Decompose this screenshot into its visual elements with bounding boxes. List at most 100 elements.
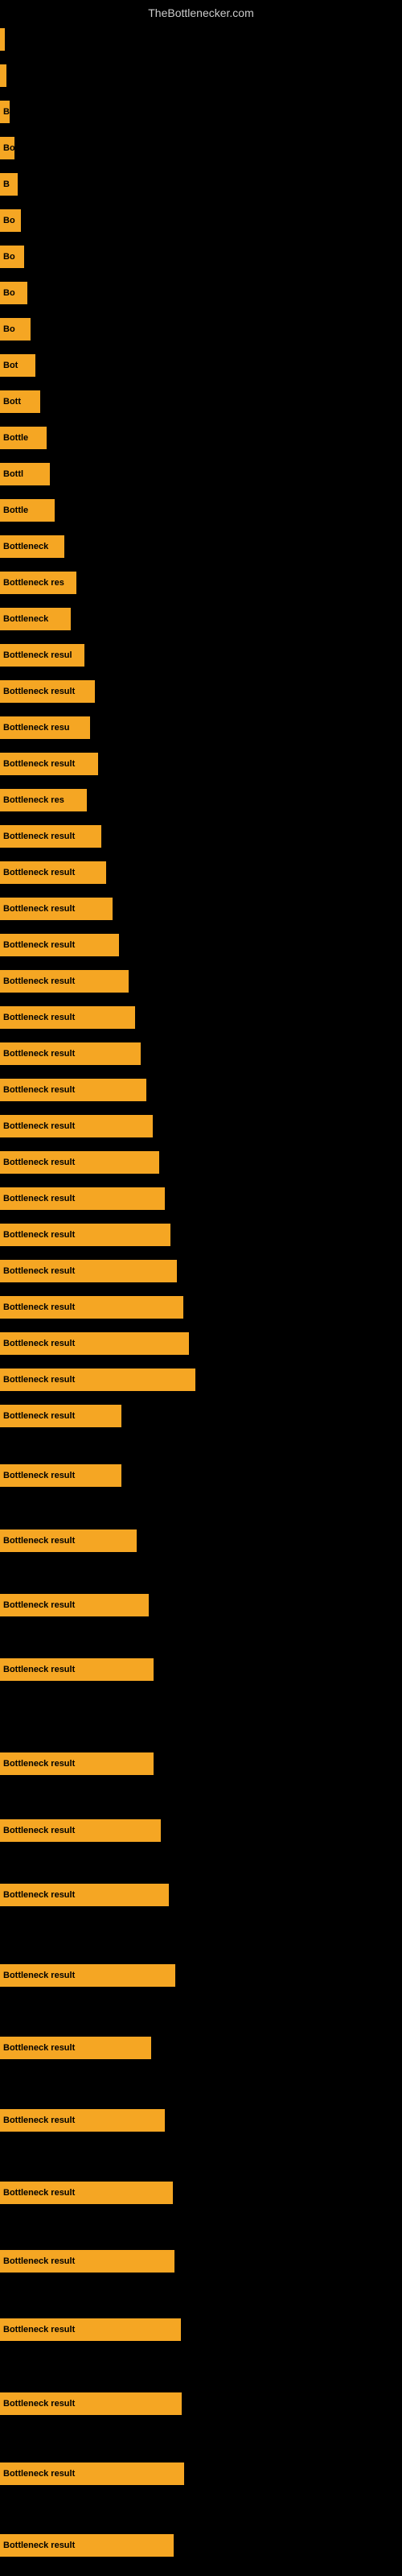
bar-label: Bott bbox=[3, 397, 21, 407]
bar-item: Bottleneck result bbox=[0, 2037, 151, 2059]
bar-label: Bottleneck result bbox=[3, 1971, 75, 1980]
bar-item: Bottleneck result bbox=[0, 2462, 184, 2485]
bar-label: Bottleneck result bbox=[3, 1890, 75, 1900]
bar-item: Bottleneck result bbox=[0, 2109, 165, 2132]
bar-label: Bottleneck result bbox=[3, 2256, 75, 2266]
bar-label: Bottleneck result bbox=[3, 2325, 75, 2334]
bar-label: Bottleneck bbox=[3, 542, 48, 551]
bar-label: Bottleneck result bbox=[3, 1759, 75, 1769]
bar-item: Bottleneck result bbox=[0, 1115, 153, 1137]
bar-item: Bottleneck result bbox=[0, 1296, 183, 1319]
bar-item: Bottleneck result bbox=[0, 2182, 173, 2204]
bar-item: B bbox=[0, 101, 10, 123]
bar-item bbox=[0, 64, 6, 87]
bar-item: Bottleneck result bbox=[0, 1224, 170, 1246]
bar-item: B bbox=[0, 173, 18, 196]
bar-item: Bottleneck res bbox=[0, 789, 87, 811]
bar-label: Bottleneck result bbox=[3, 1826, 75, 1835]
bar-item: Bo bbox=[0, 209, 21, 232]
bar-label: Bottleneck result bbox=[3, 904, 75, 914]
bar-label: B bbox=[3, 107, 10, 117]
bar-label: Bo bbox=[3, 324, 15, 334]
bar-label: Bottleneck result bbox=[3, 2188, 75, 2198]
bar-item: Bo bbox=[0, 282, 27, 304]
bar-item: Bottleneck result bbox=[0, 1530, 137, 1552]
bar-item: Bottleneck result bbox=[0, 1884, 169, 1906]
bar-item: Bottleneck bbox=[0, 535, 64, 558]
bar-item: Bottleneck result bbox=[0, 1151, 159, 1174]
bar-item: Bottleneck result bbox=[0, 861, 106, 884]
bar-item: Bottleneck result bbox=[0, 1964, 175, 1987]
bar-label: Bottleneck result bbox=[3, 2399, 75, 2409]
bar-item: Bottleneck result bbox=[0, 1464, 121, 1487]
bar-label: Bottleneck result bbox=[3, 1600, 75, 1610]
bar-label: Bottleneck result bbox=[3, 2469, 75, 2479]
bar-item: Bottleneck res bbox=[0, 572, 76, 594]
bar-label: Bottleneck result bbox=[3, 1230, 75, 1240]
site-title: TheBottlenecker.com bbox=[0, 0, 402, 26]
bar-item: Bottleneck result bbox=[0, 680, 95, 703]
bar-item: Bott bbox=[0, 390, 40, 413]
bar-label: B bbox=[3, 180, 10, 189]
bar-item: Bottleneck resul bbox=[0, 644, 84, 667]
bar-label: Bottleneck result bbox=[3, 940, 75, 950]
bar-label: Bo bbox=[3, 216, 15, 225]
bar-label: Bottleneck res bbox=[3, 795, 64, 805]
bar-label: Bottl bbox=[3, 469, 23, 479]
bar-item: Bottleneck result bbox=[0, 2392, 182, 2415]
bar-item: Bottleneck result bbox=[0, 2318, 181, 2341]
bar-label: Bottleneck result bbox=[3, 1375, 75, 1385]
bar-item: Bottleneck result bbox=[0, 898, 113, 920]
bar-item: Bottle bbox=[0, 427, 47, 449]
bar-label: Bottleneck result bbox=[3, 2541, 75, 2550]
bar-item: Bottleneck result bbox=[0, 1079, 146, 1101]
bar-label: Bottleneck result bbox=[3, 759, 75, 769]
bar-label: Bottle bbox=[3, 433, 28, 443]
bar-label: Bottleneck resu bbox=[3, 723, 70, 733]
bar-label: Bottleneck result bbox=[3, 1266, 75, 1276]
bar-item: Bottleneck result bbox=[0, 934, 119, 956]
bar-item: Bot bbox=[0, 354, 35, 377]
bar-item: Bo bbox=[0, 318, 31, 341]
bar-item: Bo bbox=[0, 137, 14, 159]
bar-label: Bottleneck result bbox=[3, 1471, 75, 1480]
bar-label: Bottleneck result bbox=[3, 976, 75, 986]
bar-item: Bottleneck resu bbox=[0, 716, 90, 739]
bar-label: Bo bbox=[3, 143, 14, 153]
bar-item: Bottleneck bbox=[0, 608, 71, 630]
bar-label: Bottleneck result bbox=[3, 687, 75, 696]
bar-item: Bottleneck result bbox=[0, 1042, 141, 1065]
bar-item: Bottleneck result bbox=[0, 1819, 161, 1842]
bar-item: Bottle bbox=[0, 499, 55, 522]
bar-item: Bottleneck result bbox=[0, 1368, 195, 1391]
bar-item: Bottl bbox=[0, 463, 50, 485]
bar-item: Bottleneck result bbox=[0, 1187, 165, 1210]
bar-label: Bottleneck result bbox=[3, 1536, 75, 1546]
bar-item: Bottleneck result bbox=[0, 2534, 174, 2557]
bar-label: Bottleneck result bbox=[3, 2043, 75, 2053]
bar-item bbox=[0, 28, 5, 51]
bar-item: Bottleneck result bbox=[0, 1006, 135, 1029]
bar-item: Bottleneck result bbox=[0, 1332, 189, 1355]
bar-item: Bottleneck result bbox=[0, 1594, 149, 1616]
bar-item: Bottleneck result bbox=[0, 2250, 174, 2273]
bar-label: Bottleneck bbox=[3, 614, 48, 624]
bar-label: Bottleneck result bbox=[3, 868, 75, 877]
bar-item: Bottleneck result bbox=[0, 753, 98, 775]
bar-label: Bottleneck result bbox=[3, 1339, 75, 1348]
bar-item: Bottleneck result bbox=[0, 825, 101, 848]
bar-label: Bottleneck result bbox=[3, 1121, 75, 1131]
bar-item: Bottleneck result bbox=[0, 1752, 154, 1775]
bar-label: Bottleneck res bbox=[3, 578, 64, 588]
bar-label: Bottleneck resul bbox=[3, 650, 72, 660]
bar-item: Bottleneck result bbox=[0, 1658, 154, 1681]
bar-label: Bottleneck result bbox=[3, 1049, 75, 1059]
bar-label: Bottle bbox=[3, 506, 28, 515]
bar-label: Bottleneck result bbox=[3, 1158, 75, 1167]
bar-label: Bottleneck result bbox=[3, 1665, 75, 1674]
bar-label: Bottleneck result bbox=[3, 1411, 75, 1421]
bar-item: Bottleneck result bbox=[0, 1260, 177, 1282]
bar-item: Bo bbox=[0, 246, 24, 268]
bar-item: Bottleneck result bbox=[0, 970, 129, 993]
bar-label: Bo bbox=[3, 252, 15, 262]
